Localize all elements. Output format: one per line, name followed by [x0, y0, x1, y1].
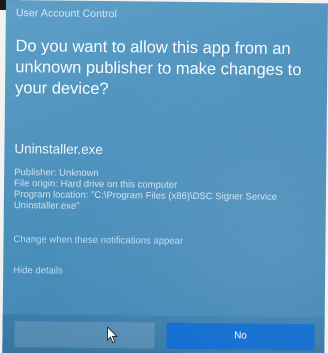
dialog-question: Do you want to allow this app from an un… — [14, 37, 302, 99]
hide-details-link[interactable]: Hide details — [13, 265, 63, 277]
change-notifications-link[interactable]: Change when these notifications appear — [13, 234, 183, 247]
app-name: Uninstaller.exe — [14, 141, 104, 158]
screen: User Account Control Do you want to allo… — [0, 0, 328, 353]
no-button[interactable]: No — [166, 322, 315, 351]
dialog-title: User Account Control — [15, 7, 118, 21]
yes-button[interactable] — [14, 321, 155, 349]
details-section: Publisher: Unknown File origin: Hard dri… — [14, 167, 319, 214]
uac-dialog: User Account Control Do you want to allo… — [2, 0, 328, 353]
mouse-pointer-icon — [106, 326, 119, 344]
